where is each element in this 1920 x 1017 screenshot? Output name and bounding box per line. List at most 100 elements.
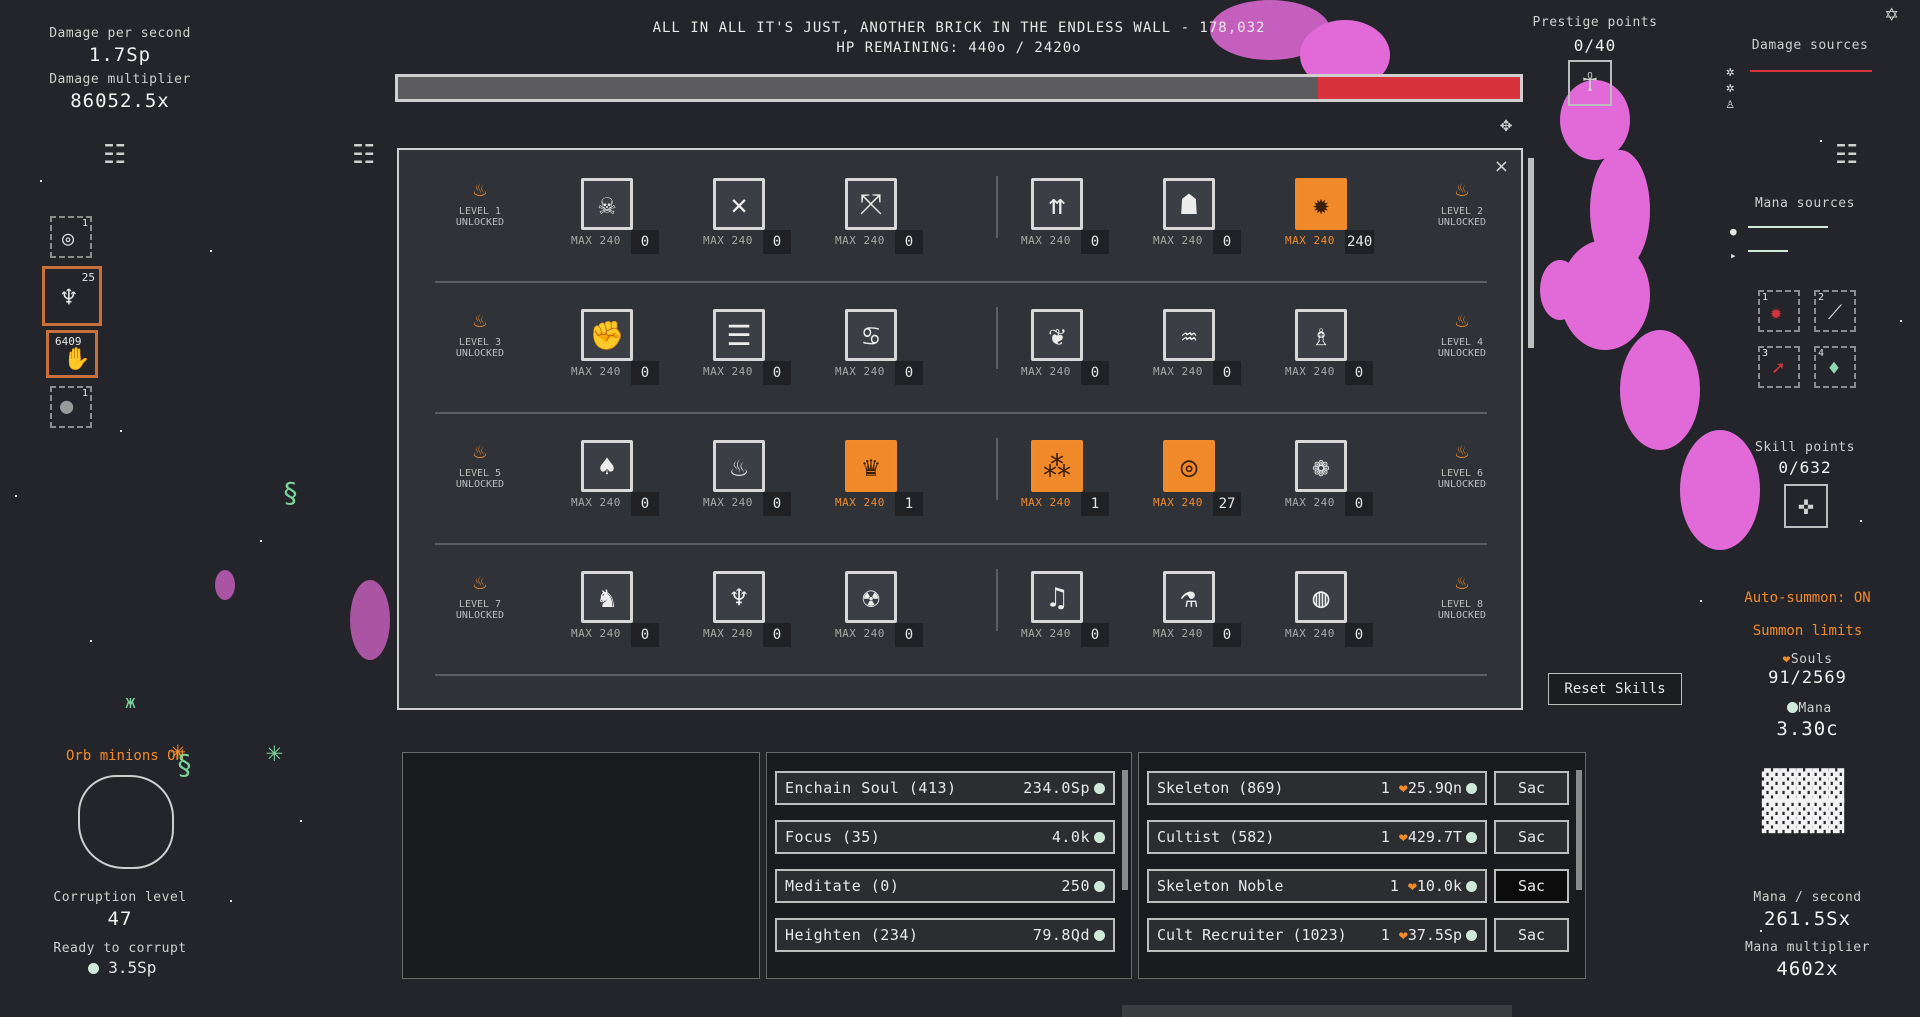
minion-cost-text: 37.5Sp <box>1407 926 1462 944</box>
crowned-skull-icon: ♛ <box>845 440 897 492</box>
auto-summon-toggle[interactable]: Auto-summon: ON <box>1720 590 1895 606</box>
slot-feather[interactable]: 2 ⟋ <box>1814 290 1856 332</box>
bottom-scroll-track[interactable] <box>1122 1005 1512 1017</box>
row-divider <box>996 307 998 369</box>
spell-button[interactable]: Focus (35) 4.0k <box>775 820 1115 854</box>
close-icon[interactable]: × <box>1494 156 1509 177</box>
bullseye-icon: ◎ <box>1163 440 1215 492</box>
arrow-volley-icon: ⇈ <box>1031 178 1083 230</box>
move-cross-icon[interactable]: ✥ <box>1500 112 1512 136</box>
skill-node[interactable]: ⁂ MAX 240 1 <box>1021 440 1109 520</box>
minion-label: Cultist (582) <box>1157 828 1275 846</box>
sacrifice-button[interactable]: Sac <box>1494 820 1569 854</box>
summon-minion-button[interactable]: Cultist (582) 1 ❤429.7T <box>1147 820 1487 854</box>
skill-count: 27 <box>1213 492 1241 516</box>
skill-node[interactable]: ☗ MAX 240 0 <box>1153 178 1241 258</box>
skill-node[interactable]: ♆ MAX 240 0 <box>703 571 791 651</box>
skill-node[interactable]: ⇈ MAX 240 0 <box>1021 178 1109 258</box>
damage-multiplier-label: Damage multiplier <box>49 72 191 87</box>
mana-dot-icon <box>1094 881 1105 892</box>
crossed-arrows-icon: ✕ <box>713 178 765 230</box>
mana-dot-icon <box>1787 702 1799 713</box>
sparkle-icon: ✳ <box>266 735 283 768</box>
spells-scrollbar[interactable] <box>1122 770 1128 890</box>
settings-hex-icon[interactable]: ✡ <box>1885 2 1898 27</box>
fist-icon: ✊ <box>581 309 633 361</box>
skill-node[interactable]: ✊ MAX 240 0 <box>571 309 659 389</box>
skill-node[interactable]: ♗ MAX 240 0 <box>1285 309 1373 389</box>
mana-dot-icon <box>1466 783 1477 794</box>
screaming-skull-icon: ☢ <box>845 571 897 623</box>
prestige-label: Prestige points <box>1532 15 1658 30</box>
skill-node[interactable]: ☠ MAX 240 0 <box>571 178 659 258</box>
sacrifice-button[interactable]: Sac <box>1494 918 1569 952</box>
scroll-icon: ☰ <box>713 309 765 361</box>
tangle-icon: ❁ <box>1295 440 1347 492</box>
skill-row: ♨ LEVEL 7 UNLOCKED ♨ LEVEL 8 UNLOCKED ♞ MAX 2… <box>435 543 1487 676</box>
minions-scrollbar[interactable] <box>1576 770 1582 890</box>
target-icon: ◎ <box>62 226 75 250</box>
minion-label: Cult Recruiter (1023) <box>1157 926 1347 944</box>
skill-points-label: Skill points <box>1755 440 1855 455</box>
slot-moon[interactable]: 1 ● <box>50 386 92 428</box>
skill-node[interactable]: ♋ MAX 240 0 <box>835 309 923 389</box>
spell-button[interactable]: Enchain Soul (413) 234.0Sp <box>775 771 1115 805</box>
skill-max-label: MAX 240 <box>571 234 621 247</box>
sacrifice-button[interactable]: Sac <box>1494 771 1569 805</box>
eagle-icon: ♆ <box>713 571 765 623</box>
skill-node[interactable]: ❦ MAX 240 0 <box>1021 309 1109 389</box>
skill-count: 0 <box>763 361 791 385</box>
spell-button[interactable]: Heighten (234) 79.8Qd <box>775 918 1115 952</box>
skill-max-label: MAX 240 <box>1021 627 1071 640</box>
skill-node[interactable]: ♛ MAX 240 1 <box>835 440 923 520</box>
skill-node[interactable]: ☰ MAX 240 0 <box>703 309 791 389</box>
skill-count: 0 <box>1345 492 1373 516</box>
slot-gear[interactable]: 1 ✹ <box>1758 290 1800 332</box>
skill-node[interactable]: ⚗ MAX 240 0 <box>1153 571 1241 651</box>
ready-value-text: 3.5Sp <box>108 958 157 977</box>
skill-node[interactable]: ◎ MAX 240 27 <box>1153 440 1241 520</box>
ready-to-corrupt-value[interactable]: 3.5Sp <box>40 958 200 977</box>
slot-orb-hand[interactable]: 6409 ✋ <box>46 330 98 378</box>
skill-max-label: MAX 240 <box>1021 496 1071 509</box>
skill-count: 0 <box>631 230 659 254</box>
reset-skills-button[interactable]: Reset Skills <box>1548 673 1682 705</box>
spell-cost: 79.8Qd <box>1033 926 1105 944</box>
minion-cost-text: 429.7T <box>1407 828 1462 846</box>
summon-limits-button[interactable]: Summon limits <box>1720 623 1895 639</box>
spells-panel: Enchain Soul (413) 234.0Sp Focus (35) 4.0k M… <box>766 752 1132 979</box>
skill-tree-button[interactable]: ✜ <box>1784 484 1828 528</box>
skill-node[interactable]: ♠ MAX 240 0 <box>571 440 659 520</box>
minion-qty: 1 <box>1389 877 1399 895</box>
skill-node[interactable]: ⤧ MAX 240 0 <box>835 178 923 258</box>
summon-minion-button[interactable]: Skeleton Noble 1 ❤10.0k <box>1147 869 1487 903</box>
slot-dead-tree[interactable]: 25 ♆ <box>42 266 102 326</box>
spell-button[interactable]: Meditate (0) 250 <box>775 869 1115 903</box>
slot-drop[interactable]: 4 ♦ <box>1814 346 1856 388</box>
summon-minion-button[interactable]: Cult Recruiter (1023) 1 ❤37.5Sp <box>1147 918 1487 952</box>
sacrifice-button[interactable]: Sac <box>1494 869 1569 903</box>
skill-node[interactable]: ♨ MAX 240 0 <box>703 440 791 520</box>
skill-node[interactable]: ♫ MAX 240 0 <box>1021 571 1109 651</box>
skill-max-label: MAX 240 <box>1153 365 1203 378</box>
spell-label: Meditate (0) <box>785 877 900 895</box>
skill-node[interactable]: ◍ MAX 240 0 <box>1285 571 1373 651</box>
skill-node[interactable]: ♒ MAX 240 0 <box>1153 309 1241 389</box>
skill-node[interactable]: ☢ MAX 240 0 <box>835 571 923 651</box>
mana-source-bar <box>1748 250 1788 252</box>
mana-source-bar <box>1748 226 1828 228</box>
skill-node[interactable]: ❁ MAX 240 0 <box>1285 440 1373 520</box>
skill-node[interactable]: ✕ MAX 240 0 <box>703 178 791 258</box>
slot-target[interactable]: 1 ◎ <box>50 216 92 258</box>
orb-icon[interactable] <box>78 775 174 869</box>
skill-node[interactable]: ♞ MAX 240 0 <box>571 571 659 651</box>
skill-panel-scrollbar[interactable] <box>1528 158 1534 348</box>
flame-icon: ♨ <box>473 570 487 595</box>
skill-row: ♨ LEVEL 3 UNLOCKED ♨ LEVEL 4 UNLOCKED ✊ MAX 2… <box>435 281 1487 414</box>
prestige-icon[interactable]: ☥ <box>1568 60 1612 106</box>
slot-arrow[interactable]: 3 ➚ <box>1758 346 1800 388</box>
skill-node[interactable]: ✹ MAX 240 240 <box>1285 178 1375 258</box>
summon-minion-button[interactable]: Skeleton (869) 1 ❤25.9Qn <box>1147 771 1487 805</box>
slot-count: 1 <box>81 388 88 399</box>
soul-icon: ❤ <box>1407 877 1417 895</box>
